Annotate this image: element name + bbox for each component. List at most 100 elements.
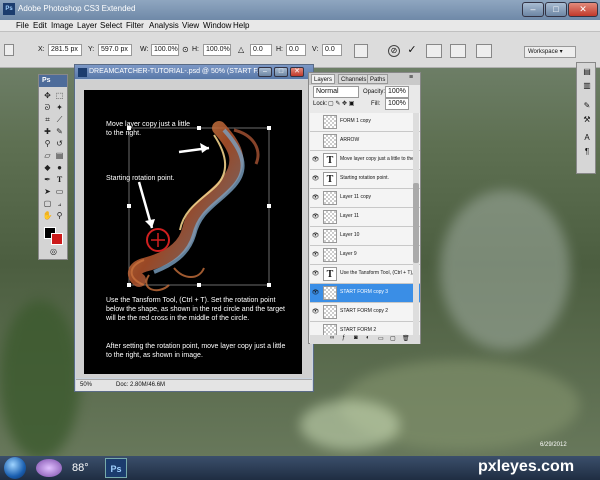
layers-scrollbar[interactable] <box>413 113 419 335</box>
weather-gadget-icon[interactable] <box>36 459 62 477</box>
height-field[interactable]: 100.0% <box>203 44 231 56</box>
layer-row[interactable]: 👁TUse the Tansform Tool, (Ctrl + T), Set… <box>310 265 420 284</box>
visibility-eye-icon[interactable]: 👁 <box>311 212 320 222</box>
type-tool-icon[interactable]: T <box>54 175 65 185</box>
menu-edit[interactable]: Edit <box>33 21 47 30</box>
move-tool-icon[interactable]: ✥ <box>42 91 53 101</box>
zoom-tool-icon[interactable]: ⚲ <box>54 211 65 221</box>
link-icon[interactable]: ⊙ <box>182 44 189 56</box>
layer-row[interactable]: ARROW <box>310 132 420 151</box>
brushes-icon[interactable]: ✎ <box>581 101 593 111</box>
new-group-icon[interactable]: ▭ <box>378 335 384 342</box>
document-maximize-button[interactable]: □ <box>274 67 288 77</box>
background-color-swatch[interactable] <box>51 233 63 245</box>
visibility-eye-icon[interactable]: 👁 <box>311 155 320 165</box>
menu-filter[interactable]: Filter <box>126 21 144 30</box>
notes-tool-icon[interactable]: ▢ <box>42 199 53 209</box>
menu-analysis[interactable]: Analysis <box>149 21 179 30</box>
screen-mode-icon[interactable] <box>476 44 492 58</box>
healing-brush-icon[interactable]: ✚ <box>42 127 53 137</box>
layer-row[interactable]: 👁 T Starting rotation point. <box>310 170 420 189</box>
menu-window[interactable]: Window <box>203 21 231 30</box>
blend-mode-dropdown[interactable]: Normal <box>313 86 359 98</box>
visibility-eye-icon[interactable] <box>311 136 320 146</box>
layer-row[interactable]: 👁 Layer 10 <box>310 227 420 246</box>
visibility-eye-icon[interactable]: 👁 <box>311 174 320 184</box>
eyedropper-icon[interactable]: ⟓ <box>54 199 65 209</box>
menu-image[interactable]: Image <box>51 21 73 30</box>
history-brush-icon[interactable]: ↺ <box>54 139 65 149</box>
y-field[interactable]: 597.0 px <box>98 44 132 56</box>
eraser-tool-icon[interactable]: ▱ <box>42 151 53 161</box>
trash-icon[interactable]: 🗑 <box>402 335 410 342</box>
slice-tool-icon[interactable]: ⟋ <box>54 115 65 125</box>
new-layer-icon[interactable]: ▢ <box>390 335 396 342</box>
character-icon[interactable]: A <box>581 133 593 143</box>
transform-tool-icon[interactable] <box>4 44 14 56</box>
visibility-eye-icon[interactable] <box>311 326 320 335</box>
quick-mask-icon[interactable]: ◎ <box>48 247 59 257</box>
photoshop-taskbar-button[interactable]: Ps <box>105 458 127 478</box>
zoom-readout[interactable]: 50% <box>80 382 92 388</box>
workspace-dropdown[interactable]: Workspace ▾ <box>524 46 576 58</box>
width-field[interactable]: 100.0% <box>151 44 179 56</box>
layer-row[interactable]: 👁TMove layer copy just a little to the r… <box>310 151 420 170</box>
panel-menu-icon[interactable]: ≡ <box>409 74 413 81</box>
layer-mask-icon[interactable]: ◙ <box>354 335 358 341</box>
close-button[interactable]: ✕ <box>568 2 598 17</box>
visibility-eye-icon[interactable] <box>311 117 320 127</box>
minimize-button[interactable]: – <box>522 2 544 17</box>
pen-tool-icon[interactable]: ✒ <box>42 175 53 185</box>
dodge-tool-icon[interactable]: ● <box>54 163 65 173</box>
tool-presets-icon[interactable]: ⚒ <box>581 115 593 125</box>
lasso-tool-icon[interactable]: ᘐ <box>42 103 53 113</box>
gradient-tool-icon[interactable]: ▤ <box>54 151 65 161</box>
visibility-eye-icon[interactable]: 👁 <box>311 193 320 203</box>
layer-style-icon[interactable]: ƒ <box>342 335 345 341</box>
opacity-field[interactable]: 100% <box>385 86 409 98</box>
layer-row[interactable]: START FORM 2 <box>310 322 420 335</box>
path-select-icon[interactable]: ➤ <box>42 187 53 197</box>
visibility-eye-icon[interactable]: 👁 <box>311 231 320 241</box>
cancel-transform-icon[interactable]: ⊘ <box>388 45 400 57</box>
menu-layer[interactable]: Layer <box>77 21 97 30</box>
clone-stamp-icon[interactable]: ⚲ <box>42 139 53 149</box>
layer-row[interactable]: 👁 Layer 11 copy <box>310 189 420 208</box>
fill-field[interactable]: 100% <box>385 98 409 110</box>
document-close-button[interactable]: ✕ <box>290 67 304 77</box>
layer-row[interactable]: 👁 Layer 11 <box>310 208 420 227</box>
angle-field[interactable]: 0.0 <box>250 44 272 56</box>
lock-icons[interactable]: ▢ ✎ ✥ ▣ <box>328 98 354 110</box>
link-layers-icon[interactable]: ∞ <box>330 335 334 341</box>
marquee-tool-icon[interactable]: ⬚ <box>54 91 65 101</box>
document-minimize-button[interactable]: – <box>258 67 272 77</box>
magic-wand-icon[interactable]: ✦ <box>54 103 65 113</box>
brush-tool-icon[interactable]: ✎ <box>54 127 65 137</box>
histogram-icon[interactable]: ▥ <box>581 81 593 91</box>
layer-row[interactable]: 👁 START FORM copy 3 <box>310 284 420 303</box>
scrollbar-thumb[interactable] <box>413 183 419 263</box>
maximize-button[interactable]: □ <box>545 2 567 17</box>
canvas[interactable]: Move layer copy just a little to the rig… <box>84 90 302 374</box>
layer-row[interactable]: 👁 START FORM copy 2 <box>310 303 420 322</box>
menu-select[interactable]: Select <box>100 21 122 30</box>
layer-row[interactable]: 👁 Layer 9 <box>310 246 420 265</box>
hand-tool-icon[interactable]: ✋ <box>42 211 53 221</box>
visibility-eye-icon[interactable]: 👁 <box>311 288 320 298</box>
start-button[interactable] <box>4 457 26 479</box>
menu-file[interactable]: File <box>16 21 29 30</box>
document-titlebar[interactable]: DREAMCATCHER-TUTORIAL-.psd @ 50% (START … <box>75 65 313 79</box>
commit-transform-icon[interactable]: ✓ <box>406 45 418 57</box>
navigator-icon[interactable]: ▤ <box>581 67 593 77</box>
visibility-eye-icon[interactable]: 👁 <box>311 307 320 317</box>
v-skew-field[interactable]: 0.0 <box>322 44 342 56</box>
tab-paths[interactable]: Paths <box>367 74 389 84</box>
visibility-eye-icon[interactable]: 👁 <box>311 269 320 279</box>
tab-layers[interactable]: Layers <box>311 74 336 84</box>
blur-tool-icon[interactable]: ◆ <box>42 163 53 173</box>
menu-help[interactable]: Help <box>233 21 249 30</box>
h-skew-field[interactable]: 0.0 <box>286 44 306 56</box>
warp-mode-icon[interactable] <box>354 44 368 58</box>
menu-view[interactable]: View <box>182 21 199 30</box>
adjustment-layer-icon[interactable]: ◐ <box>366 335 370 341</box>
